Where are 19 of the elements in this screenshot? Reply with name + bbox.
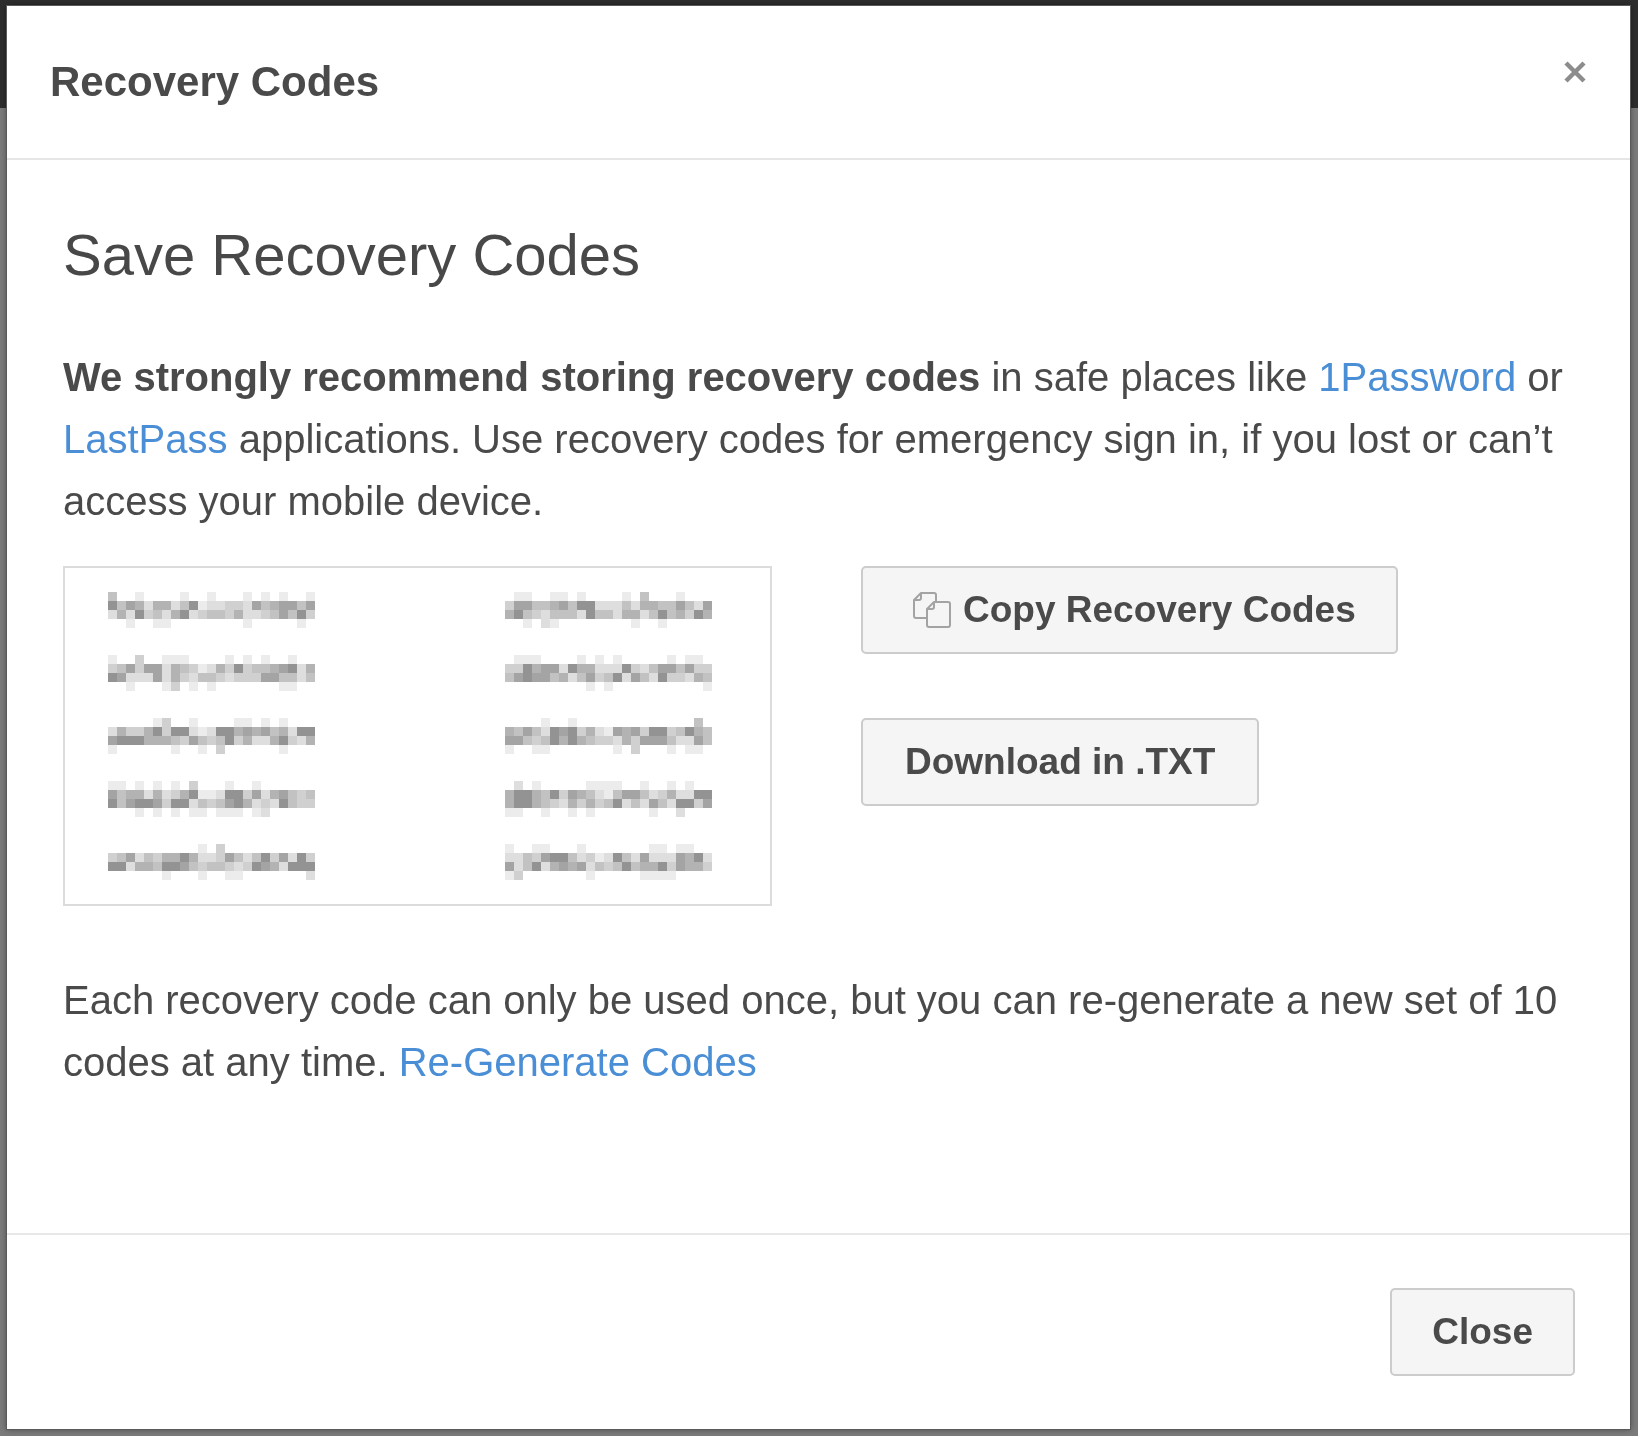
pixelated-code-icon bbox=[108, 781, 315, 817]
download-button[interactable]: Download in .TXT bbox=[861, 718, 1260, 806]
pixelated-code-icon bbox=[505, 718, 712, 754]
pixelated-code-icon bbox=[505, 592, 712, 628]
pixelated-code-icon bbox=[108, 844, 315, 880]
close-icon[interactable] bbox=[1564, 61, 1586, 83]
section-heading: Save Recovery Codes bbox=[63, 221, 642, 289]
pixelated-code-icon bbox=[108, 718, 315, 754]
copy-icon bbox=[913, 592, 951, 628]
intro-text: We strongly recommend storing recovery codes in safe places like 1Password or LastPass applications. Use recovery codes for emergency sign in, if you lost or can’t access your mobile device. bbox=[63, 354, 1563, 525]
pixelated-code-icon bbox=[108, 592, 315, 628]
pixelated-code-icon bbox=[108, 655, 315, 691]
pixelated-code-icon bbox=[505, 844, 712, 880]
close-button[interactable]: Close bbox=[1390, 1288, 1575, 1376]
note-text: Each recovery code can only be used once, but you can re-generate a new set of 10 codes at any time. Re-Generate Codes bbox=[63, 977, 1559, 1086]
copy-codes-button[interactable]: Copy Recovery Codes bbox=[861, 566, 1398, 654]
pixelated-code-icon bbox=[505, 655, 712, 691]
dialog-title: Recovery Codes bbox=[50, 58, 380, 106]
pixelated-code-icon bbox=[505, 781, 712, 817]
